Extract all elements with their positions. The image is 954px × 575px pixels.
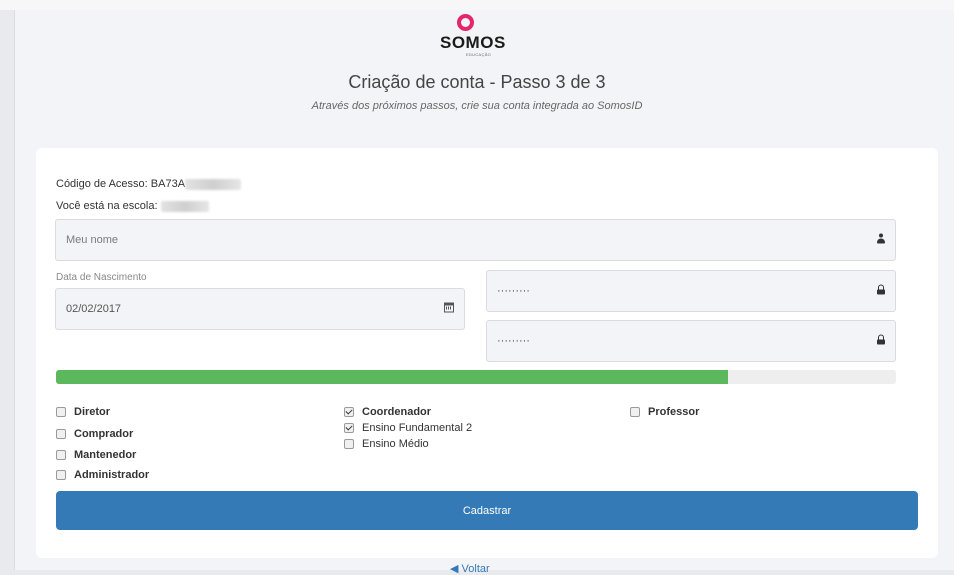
page-subtitle: Através dos próximos passos, crie sua co…: [311, 100, 643, 112]
somos-logo: SOMOS EDUCAÇÃO: [440, 14, 530, 64]
segment-checkbox-medio[interactable]: Ensino Médio: [344, 438, 429, 450]
top-bar: [0, 0, 954, 10]
role-label: Mantenedor: [74, 449, 137, 461]
back-arrow-icon: ◀: [450, 563, 459, 575]
dob-value: 02/02/2017: [66, 303, 122, 315]
user-icon: [877, 233, 885, 247]
segment-label: Ensino Médio: [362, 438, 429, 450]
password-strength-bar: [56, 370, 896, 384]
checkbox-icon[interactable]: [56, 470, 66, 480]
page-title: Criação de conta - Passo 3 de 3: [348, 72, 606, 92]
calendar-icon[interactable]: [444, 302, 454, 316]
password-field[interactable]: ·········: [486, 270, 896, 312]
lock-icon: [877, 334, 885, 348]
checkbox-icon[interactable]: [56, 429, 66, 439]
role-checkbox-diretor[interactable]: Diretor: [56, 406, 110, 418]
dob-label: Data de Nascimento: [56, 272, 147, 283]
lock-icon: [877, 284, 885, 298]
dob-field[interactable]: 02/02/2017: [55, 288, 465, 330]
checkbox-checked-icon[interactable]: [344, 407, 354, 417]
logo-subtext: EDUCAÇÃO: [466, 52, 492, 57]
back-link[interactable]: ◀ Voltar: [450, 562, 490, 575]
checkbox-icon[interactable]: [56, 450, 66, 460]
checkbox-icon[interactable]: [630, 407, 640, 417]
role-label: Professor: [648, 406, 700, 418]
logo-ring-icon: [457, 14, 474, 31]
cadastrar-label: Cadastrar: [462, 504, 512, 517]
password-value: ·········: [497, 285, 530, 297]
password-confirm-value: ·········: [497, 335, 530, 347]
segment-label: Ensino Fundamental 2: [362, 422, 473, 434]
role-label: Comprador: [74, 428, 134, 440]
school-info: Você está na escola:: [56, 200, 209, 212]
role-checkbox-administrador[interactable]: Administrador: [56, 469, 149, 481]
name-placeholder: Meu nome: [66, 234, 118, 246]
cadastrar-button[interactable]: Cadastrar: [56, 491, 918, 530]
role-checkbox-professor[interactable]: Professor: [630, 406, 699, 418]
checkbox-icon[interactable]: [344, 439, 354, 449]
role-label: Coordenador: [362, 406, 432, 418]
access-code-info: Código de Acesso: BA73A: [56, 178, 242, 190]
segment-checkbox-fundamental-2[interactable]: Ensino Fundamental 2: [344, 422, 472, 434]
access-code-label: Código de Acesso: BA73A: [56, 178, 186, 190]
school-label: Você está na escola:: [56, 200, 158, 212]
role-label: Administrador: [74, 469, 150, 481]
role-label: Diretor: [74, 406, 111, 418]
access-code-redacted: [185, 178, 242, 190]
checkbox-checked-icon[interactable]: [344, 423, 354, 433]
role-checkbox-mantenedor[interactable]: Mantenedor: [56, 449, 136, 461]
logo-text: SOMOS: [440, 33, 506, 52]
role-checkbox-comprador[interactable]: Comprador: [56, 428, 133, 440]
role-checkbox-coordenador[interactable]: Coordenador: [344, 406, 431, 418]
password-strength-fill: [56, 370, 728, 384]
checkbox-icon[interactable]: [56, 407, 66, 417]
password-confirm-field[interactable]: ·········: [486, 320, 896, 362]
name-field[interactable]: Meu nome: [55, 219, 896, 261]
back-label: Voltar: [461, 563, 490, 575]
school-redacted: [160, 200, 209, 212]
